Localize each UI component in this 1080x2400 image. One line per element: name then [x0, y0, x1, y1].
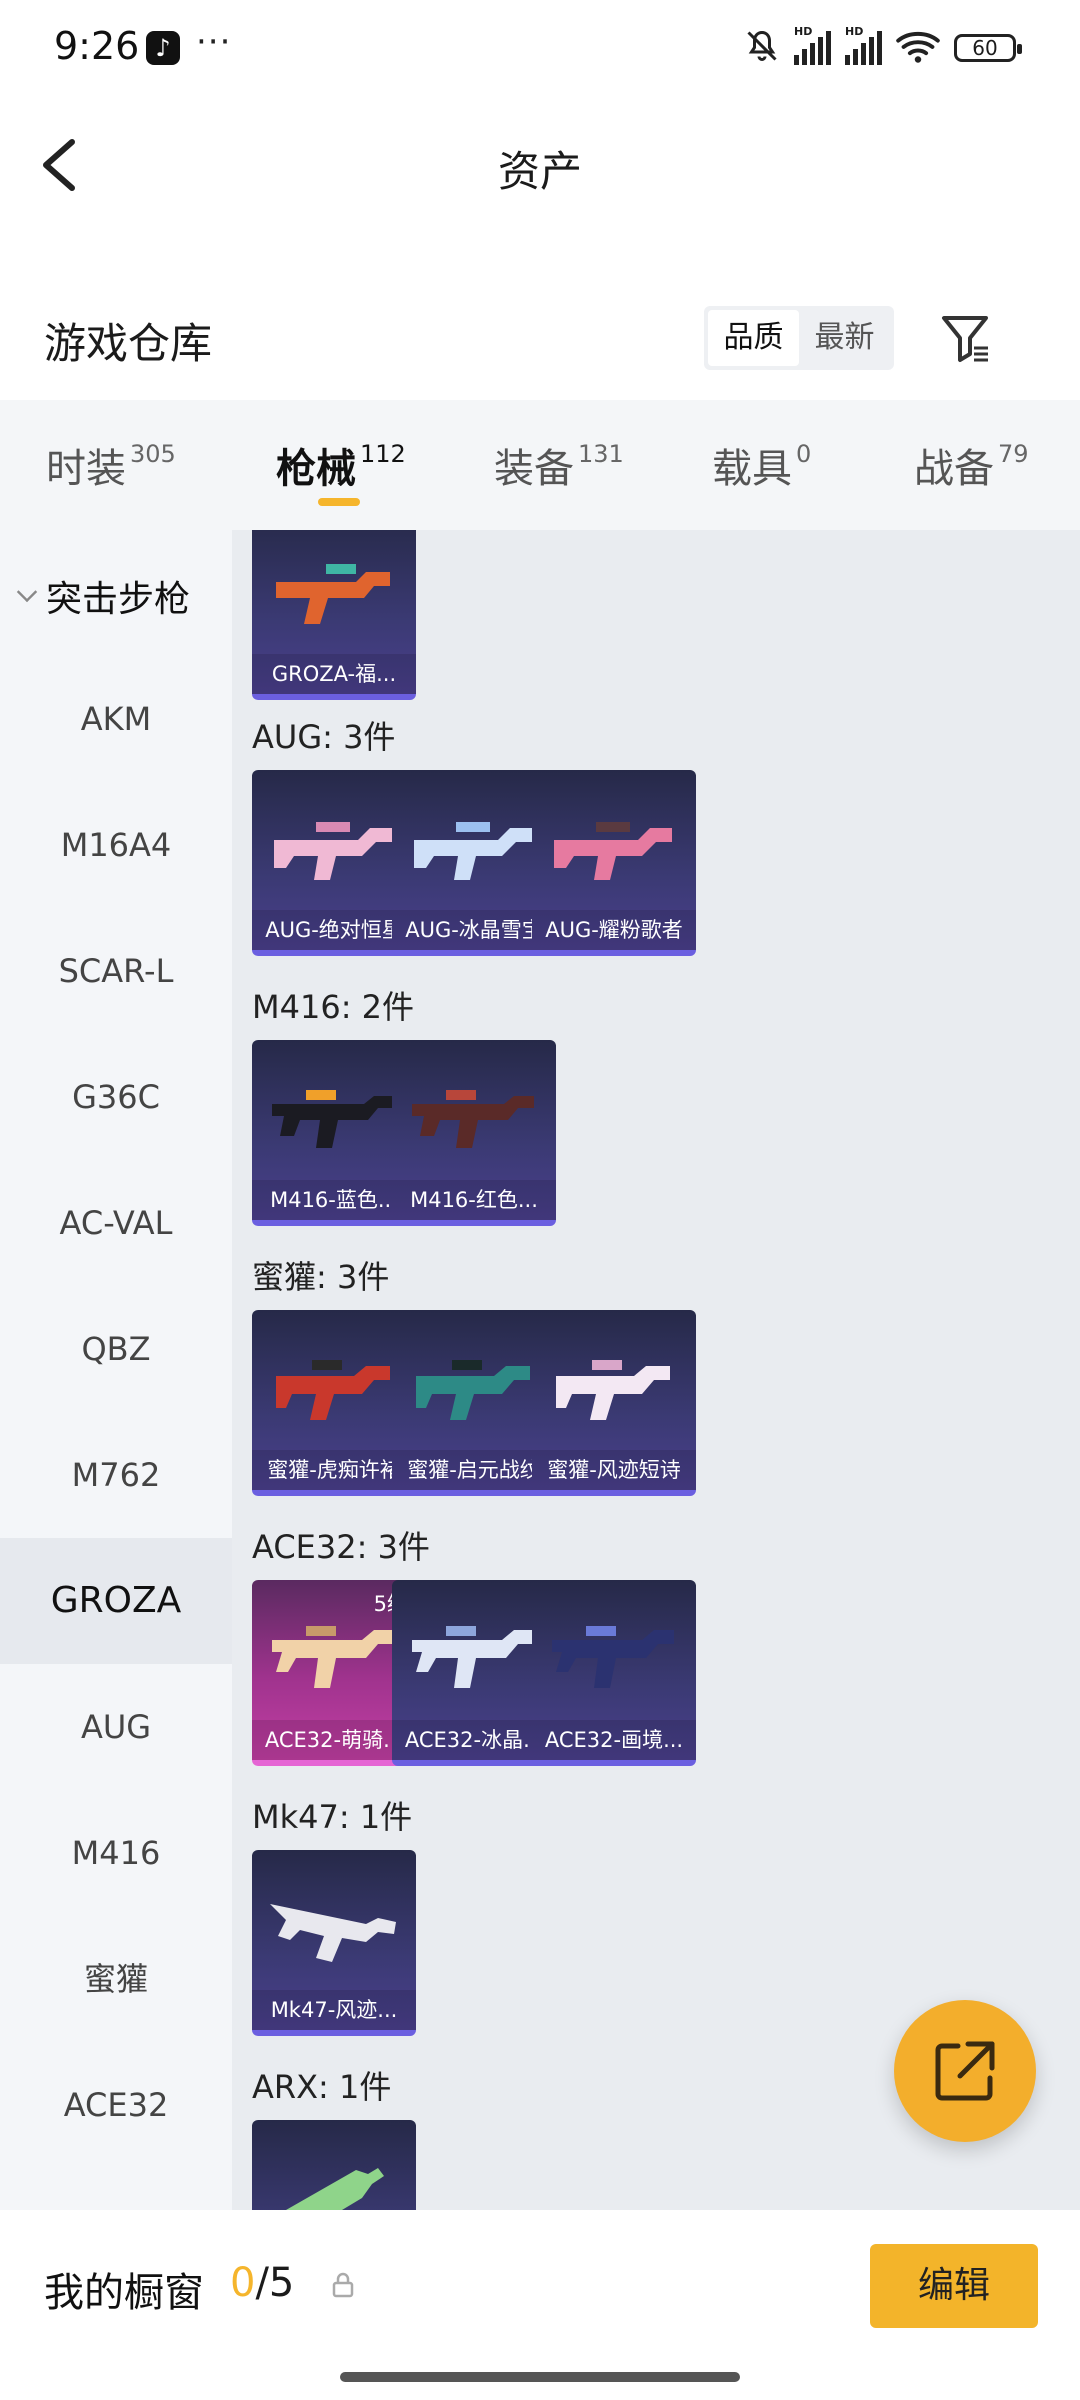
- skin-card[interactable]: AUG-耀粉歌者: [532, 770, 696, 956]
- rifle-icon: [556, 1360, 670, 1420]
- rifle-icon: [274, 822, 392, 880]
- sidebar-item-scar-l[interactable]: SCAR-L: [0, 908, 232, 1034]
- rifle-icon: [276, 1360, 390, 1420]
- sort-quality-button[interactable]: 品质: [708, 310, 799, 366]
- rifle-icon: [412, 1626, 534, 1688]
- edit-button[interactable]: 编辑: [870, 2244, 1038, 2328]
- skin-card[interactable]: 蜜獾-风迹短诗: [532, 1310, 696, 1496]
- skin-card[interactable]: [252, 2120, 416, 2210]
- sidebar-item-m762[interactable]: M762: [0, 1412, 232, 1538]
- more-dots-icon: ···: [196, 22, 232, 62]
- rifle-icon: [552, 1626, 674, 1688]
- weapon-sidebar: 突击步枪 AKM M16A4 SCAR-L G36C AC-VAL QBZ M7…: [0, 530, 232, 2210]
- skin-label: M416-红色...: [392, 1180, 556, 1220]
- rifle-icon: [272, 1626, 394, 1688]
- category-tabs: 时装 305 枪械 112 装备 131 载具 0 战备 79: [0, 400, 1080, 530]
- page-title: 资产: [497, 147, 582, 196]
- rifle-icon: [414, 822, 532, 880]
- tab-firearms[interactable]: 枪械 112: [276, 436, 406, 494]
- battery-icon: 60: [954, 34, 1022, 62]
- tab-costume[interactable]: 时装 305: [46, 436, 176, 494]
- showcase-count: 0/5: [230, 2260, 295, 2306]
- sidebar-item-honey-badger[interactable]: 蜜獾: [0, 1916, 232, 2042]
- group-title-honey-badger: 蜜獾: 3件: [252, 1258, 390, 1296]
- rifle-icon: [412, 1090, 534, 1148]
- external-link-icon: [935, 2041, 995, 2101]
- tab-count: 305: [130, 440, 176, 468]
- sidebar-item-ac-val[interactable]: AC-VAL: [0, 1160, 232, 1286]
- skin-card[interactable]: Mk47-风迹...: [252, 1850, 416, 2036]
- home-indicator[interactable]: [340, 2372, 740, 2382]
- sidebar-item-m416[interactable]: M416: [0, 1790, 232, 1916]
- sidebar-item-groza[interactable]: GROZA: [0, 1538, 232, 1664]
- signal-icon-1: HD: [794, 25, 831, 65]
- tab-vehicles[interactable]: 载具 0: [712, 436, 811, 494]
- tab-equipment[interactable]: 装备 131: [494, 436, 624, 494]
- warehouse-title: 游戏仓库: [44, 319, 213, 368]
- sidebar-item-g36c[interactable]: G36C: [0, 1034, 232, 1160]
- status-time: 9:26: [54, 24, 140, 68]
- lock-icon: [332, 2272, 354, 2298]
- sidebar-item-aug[interactable]: AUG: [0, 1664, 232, 1790]
- rifle-icon: [272, 1090, 394, 1148]
- signal-icon-2: HD: [845, 25, 882, 65]
- group-title-m416: M416: 2件: [252, 988, 415, 1026]
- status-bar: 9:26 ♪ ··· HD HD 60: [0, 0, 1080, 100]
- tiktok-icon: ♪: [146, 31, 180, 65]
- showcase-title: 我的橱窗: [44, 2270, 204, 2316]
- sidebar-category-assault-rifle[interactable]: 突击步枪: [16, 570, 190, 622]
- group-title-arx: ARX: 1件: [252, 2068, 392, 2106]
- rifle-icon: [286, 2168, 384, 2210]
- skin-label: GROZA-福...: [252, 654, 416, 694]
- warehouse-header: 游戏仓库 品质 最新: [0, 300, 1080, 400]
- rifle-icon: [270, 1904, 396, 1962]
- skin-label: ACE32-画境...: [532, 1720, 696, 1760]
- sidebar-item-qbz[interactable]: QBZ: [0, 1286, 232, 1412]
- tab-combat-supplies[interactable]: 战备 79: [914, 436, 1029, 494]
- wifi-icon: [896, 28, 940, 68]
- sort-toggle: 品质 最新: [704, 306, 894, 370]
- showcase-bar: 我的橱窗 0/5 编辑: [0, 2210, 1080, 2360]
- mute-bell-icon: [744, 28, 780, 68]
- filter-button[interactable]: [930, 302, 1000, 372]
- sidebar-item-m16a4[interactable]: M16A4: [0, 782, 232, 908]
- tab-count: 131: [578, 440, 624, 468]
- group-title-aug: AUG: 3件: [252, 718, 396, 756]
- group-title-ace32: ACE32: 3件: [252, 1528, 430, 1566]
- filter-icon: [942, 316, 988, 362]
- weapon-skin-grid: GROZA-福... AUG: 3件 AUG-绝对恒星 AUG-冰晶雪宝 AUG…: [232, 530, 1080, 2210]
- skin-card[interactable]: ACE32-画境...: [532, 1580, 696, 1766]
- sidebar-item-akm[interactable]: AKM: [0, 656, 232, 782]
- tab-count: 112: [360, 440, 406, 468]
- chevron-down-icon: [16, 581, 38, 603]
- skin-label: AUG-耀粉歌者: [532, 910, 696, 950]
- skin-label: Mk47-风迹...: [252, 1990, 416, 2030]
- share-button[interactable]: [894, 2000, 1036, 2142]
- skin-card[interactable]: GROZA-福...: [252, 530, 416, 700]
- skin-label: 蜜獾-风迹短诗: [532, 1450, 696, 1490]
- rifle-icon: [416, 1360, 530, 1420]
- tab-count: 79: [998, 440, 1029, 468]
- rifle-icon: [276, 564, 390, 624]
- sort-newest-button[interactable]: 最新: [799, 310, 890, 366]
- app-header: 资产: [0, 100, 1080, 230]
- tab-count: 0: [796, 440, 812, 468]
- skin-card[interactable]: M416-红色...: [392, 1040, 556, 1226]
- sidebar-item-ace32[interactable]: ACE32: [0, 2042, 232, 2168]
- rifle-icon: [554, 822, 672, 880]
- active-tab-indicator: [318, 498, 360, 506]
- group-title-mk47: Mk47: 1件: [252, 1798, 413, 1836]
